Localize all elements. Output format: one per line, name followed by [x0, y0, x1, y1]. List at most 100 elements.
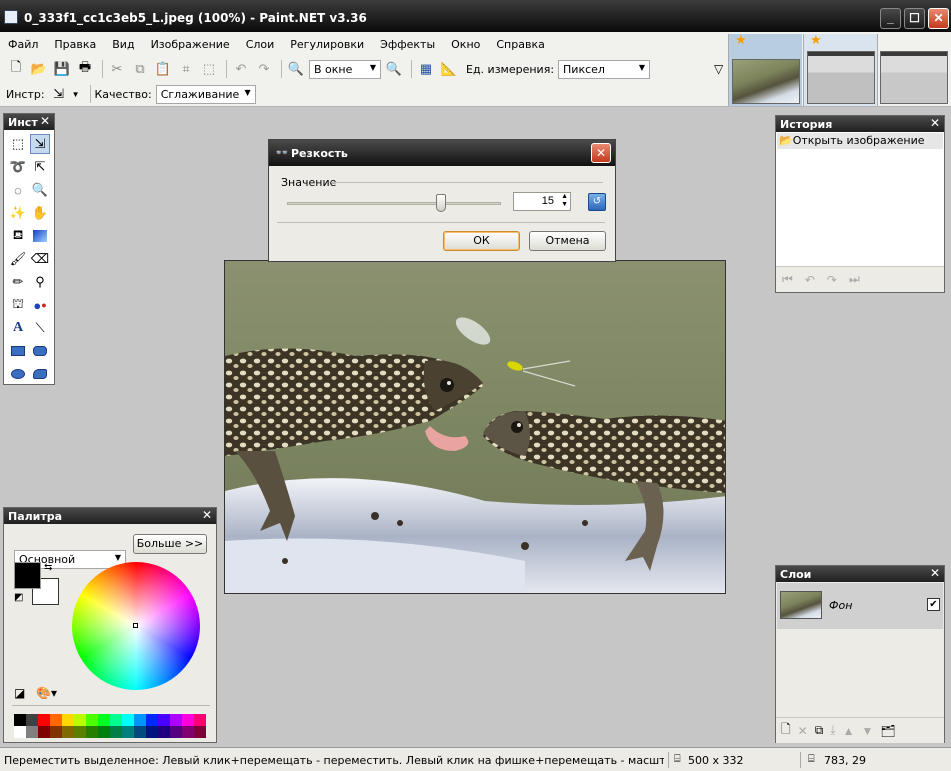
magic-wand-icon[interactable]: ✨ [8, 203, 28, 223]
zoom-out-icon[interactable]: 🔍 [286, 59, 306, 79]
color-wheel-cursor[interactable] [133, 623, 138, 628]
reset-icon[interactable]: ↺ [588, 193, 606, 211]
palette-swatch[interactable] [158, 714, 170, 726]
palette-swatch[interactable] [170, 726, 182, 738]
palette-swatch[interactable] [134, 726, 146, 738]
palette-swatch[interactable] [14, 726, 26, 738]
close-button[interactable]: ✕ [928, 8, 949, 29]
move-selection-tool-icon[interactable]: ⇲ [49, 84, 69, 104]
palette-swatch[interactable] [158, 726, 170, 738]
duplicate-layer-icon[interactable]: ⧉ [815, 723, 824, 738]
clone-stamp-icon[interactable]: ⛫ [8, 295, 28, 315]
fast-forward-icon[interactable]: ⏭ [849, 272, 860, 287]
maximize-button[interactable]: ☐ [904, 8, 925, 29]
ellipse-select-icon[interactable]: ◌ [8, 180, 28, 200]
move-selected-icon[interactable]: ⇲ [30, 134, 50, 154]
text-tool-icon[interactable]: A [8, 318, 28, 338]
rectangle-select-icon[interactable]: ⬚ [8, 134, 28, 154]
close-icon[interactable]: ✕ [40, 114, 50, 128]
dialog-close-button[interactable]: ✕ [591, 143, 611, 163]
menu-item[interactable]: Справка [488, 32, 552, 56]
image-tab-2[interactable]: ★ [803, 32, 877, 106]
chevron-down-icon[interactable]: ▼ [72, 90, 80, 99]
palette-swatch[interactable] [194, 714, 206, 726]
palette-swatch[interactable] [38, 714, 50, 726]
ruler-icon[interactable]: 📐 [439, 59, 459, 79]
open-icon[interactable]: 📂 [29, 59, 49, 79]
cut-icon[interactable]: ✂ [107, 59, 127, 79]
menu-item[interactable]: Правка [46, 32, 104, 56]
spin-arrows-icon[interactable]: ▲ ▼ [561, 193, 568, 209]
image-tab-1[interactable]: ★ [728, 32, 802, 106]
value-slider-track[interactable] [287, 202, 501, 205]
layer-visible-checkbox[interactable]: ✔ [927, 598, 940, 611]
add-layer-icon[interactable]: 🗋 [781, 720, 791, 741]
palette-swatch[interactable] [74, 714, 86, 726]
menu-item[interactable]: Окно [443, 32, 488, 56]
freeform-shape-icon[interactable] [30, 364, 50, 384]
close-icon[interactable]: ✕ [930, 566, 940, 580]
image-list-menu-icon[interactable]: ▽ [714, 62, 723, 76]
rectangle-icon[interactable] [8, 341, 28, 361]
delete-layer-icon[interactable]: ✕ [798, 724, 808, 738]
image-canvas[interactable] [224, 260, 726, 594]
menu-item[interactable]: Файл [0, 32, 46, 56]
value-spinbox[interactable]: 15 ▲ ▼ [513, 192, 571, 211]
paint-bucket-icon[interactable]: ⛾ [8, 226, 28, 246]
palette-swatch[interactable] [14, 714, 26, 726]
layer-properties-icon[interactable]: 🗂 [880, 724, 895, 738]
menu-item[interactable]: Регулировки [282, 32, 372, 56]
layer-row[interactable]: Фон ✔ [777, 583, 943, 629]
save-icon[interactable]: 💾 [52, 59, 72, 79]
rounded-rectangle-icon[interactable] [30, 341, 50, 361]
minimize-button[interactable]: _ [880, 8, 901, 29]
paste-icon[interactable]: 📋 [153, 59, 173, 79]
close-icon[interactable]: ✕ [202, 508, 212, 522]
palette-swatch[interactable] [62, 714, 74, 726]
cancel-button[interactable]: Отмена [529, 231, 606, 251]
palette-swatch[interactable] [146, 726, 158, 738]
lasso-select-icon[interactable]: ➰ [8, 157, 28, 177]
quality-combo[interactable]: Сглаживание ▼ [155, 84, 256, 104]
pencil-icon[interactable]: ✏ [8, 272, 28, 292]
print-icon[interactable]: 🖶 [75, 59, 95, 79]
crop-icon[interactable]: ⌗ [176, 59, 196, 79]
recolor-icon[interactable]: ● ● [30, 295, 50, 315]
merge-down-icon[interactable]: ⤓ [830, 723, 835, 738]
palette-swatch[interactable] [122, 726, 134, 738]
palette-swatch[interactable] [86, 714, 98, 726]
gradient-icon[interactable] [30, 226, 50, 246]
menu-item[interactable]: Вид [104, 32, 142, 56]
redo-icon[interactable]: ↷ [827, 273, 837, 287]
palette-swatch[interactable] [26, 714, 38, 726]
grid-icon[interactable]: ▦ [416, 59, 436, 79]
ok-button[interactable]: ОК [443, 231, 520, 251]
move-selection-icon[interactable]: ⇱ [30, 157, 50, 177]
new-icon[interactable]: 🗋 [6, 59, 26, 79]
ellipse-icon[interactable] [8, 364, 28, 384]
palette-swatch[interactable] [98, 714, 110, 726]
palette-swatch[interactable] [62, 726, 74, 738]
primary-color-swatch[interactable] [14, 562, 41, 589]
deselect-icon[interactable]: ⬚ [199, 59, 219, 79]
units-combo[interactable]: Пиксел ▼ [558, 59, 651, 79]
palette-swatch[interactable] [182, 714, 194, 726]
palette-swatch[interactable] [50, 726, 62, 738]
palette-swatch[interactable] [86, 726, 98, 738]
palette-menu-icon[interactable]: 🎨▾ [36, 686, 57, 700]
palette-swatch[interactable] [134, 714, 146, 726]
image-tab-3[interactable] [877, 34, 951, 106]
rewind-icon[interactable]: ⏮ [782, 272, 793, 287]
eraser-icon[interactable]: ⌫ [30, 249, 50, 269]
pan-hand-icon[interactable]: ✋ [30, 203, 50, 223]
redo-icon[interactable]: ↷ [254, 59, 274, 79]
swap-colors-icon[interactable]: ⇆ [44, 562, 52, 573]
menu-item[interactable]: Изображение [143, 32, 238, 56]
palette-swatch[interactable] [194, 726, 206, 738]
palette-swatch[interactable] [74, 726, 86, 738]
more-button[interactable]: Больше >> [133, 534, 207, 554]
line-curve-icon[interactable]: ⟍ [30, 318, 50, 338]
history-item[interactable]: 📂Открыть изображение [777, 133, 943, 149]
zoom-icon[interactable]: 🔍 [30, 180, 50, 200]
color-picker-icon[interactable]: ⚲ [30, 272, 50, 292]
